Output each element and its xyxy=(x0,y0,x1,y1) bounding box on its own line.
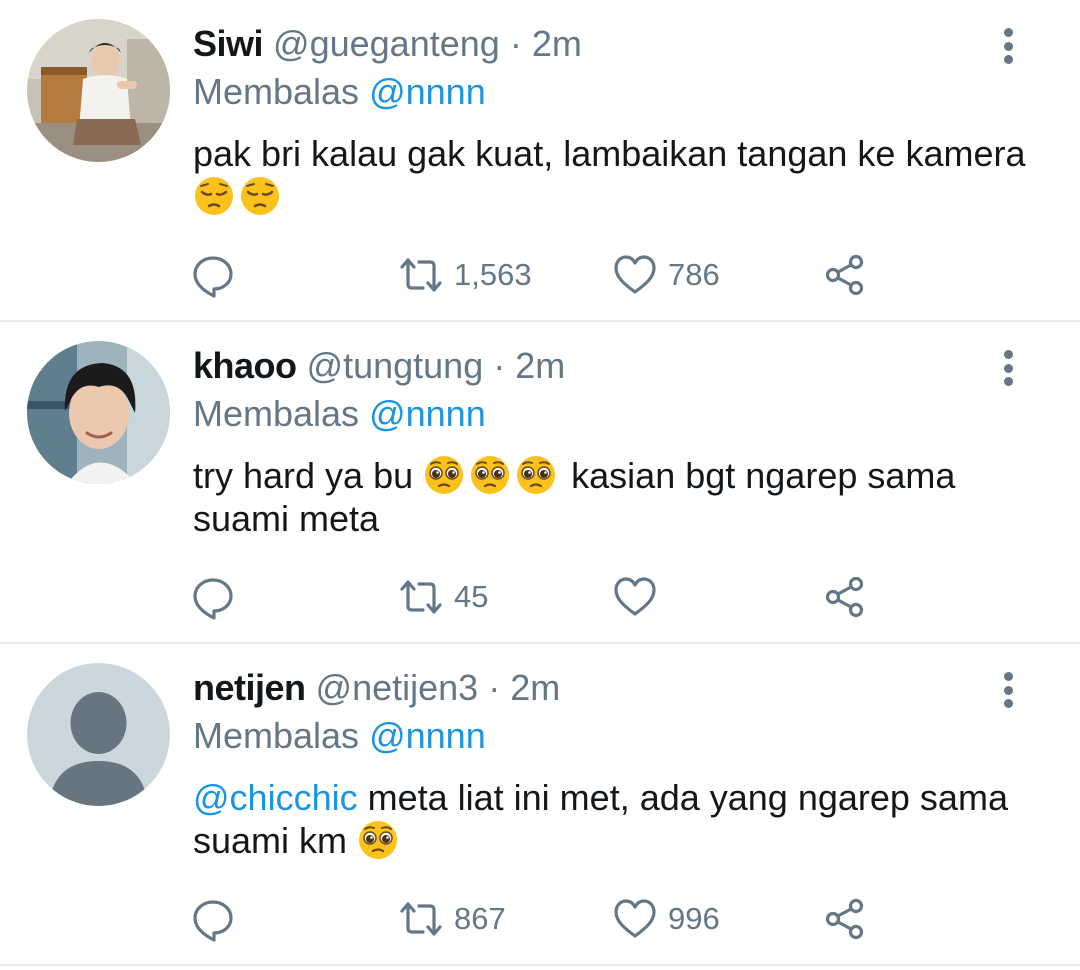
pensive-face-emoji xyxy=(193,175,235,217)
reply-bubble-icon xyxy=(193,900,233,942)
avatar[interactable] xyxy=(27,19,170,162)
reply-button[interactable] xyxy=(190,894,236,944)
tweet-actions: 1,563 786 xyxy=(190,250,890,300)
replying-to: Membalas @nnnn xyxy=(193,70,486,114)
username-handle[interactable]: @netijen3 xyxy=(316,667,479,708)
more-vertical-icon[interactable] xyxy=(988,668,1028,712)
retweet-count: 1,563 xyxy=(454,257,532,292)
replying-to-label: Membalas xyxy=(193,71,360,112)
replying-to: Membalas @nnnn xyxy=(193,714,486,758)
heart-icon xyxy=(614,899,656,938)
share-button[interactable] xyxy=(822,250,868,300)
reply-button[interactable] xyxy=(190,250,236,300)
retweet-count: 867 xyxy=(454,901,506,936)
like-button[interactable]: 786 xyxy=(612,250,720,300)
like-button[interactable] xyxy=(612,572,668,622)
replying-to-label: Membalas xyxy=(193,715,360,756)
avatar[interactable] xyxy=(27,663,170,806)
retweet-button[interactable]: 45 xyxy=(398,572,488,622)
tweet-text: @chicchic meta liat ini met, ada yang ng… xyxy=(193,776,1043,862)
tweet-text-before: try hard ya bu xyxy=(193,455,414,496)
body-mention[interactable]: @chicchic xyxy=(193,777,358,818)
avatar-photo xyxy=(27,341,170,484)
tweet-item[interactable]: netijen @netijen3 · 2m Membalas @nnnn @c… xyxy=(0,644,1080,966)
username-handle[interactable]: @gueganteng xyxy=(273,23,500,64)
share-button[interactable] xyxy=(822,572,868,622)
share-icon xyxy=(825,576,864,618)
more-vertical-icon[interactable] xyxy=(988,24,1028,68)
replying-to-mention[interactable]: @nnnn xyxy=(369,393,486,434)
tweet-header: Siwi @gueganteng · 2m xyxy=(193,22,582,66)
display-name[interactable]: khaoo xyxy=(193,345,297,386)
pleading-face-emoji xyxy=(469,454,511,496)
tweet-header: khaoo @tungtung · 2m xyxy=(193,344,565,388)
separator-dot: · xyxy=(509,23,522,64)
display-name[interactable]: netijen xyxy=(193,667,306,708)
like-count: 786 xyxy=(668,257,720,292)
retweet-icon xyxy=(400,258,442,292)
share-icon xyxy=(825,254,864,296)
replying-to-mention[interactable]: @nnnn xyxy=(369,715,486,756)
share-icon xyxy=(825,898,864,940)
display-name[interactable]: Siwi xyxy=(193,23,264,64)
tweet-item[interactable]: Siwi @gueganteng · 2m Membalas @nnnn pak… xyxy=(0,0,1080,322)
heart-icon xyxy=(614,577,656,616)
pleading-face-emoji xyxy=(423,454,465,496)
retweet-icon xyxy=(400,902,442,936)
separator-dot: · xyxy=(488,667,501,708)
reply-bubble-icon xyxy=(193,578,233,620)
replying-to: Membalas @nnnn xyxy=(193,392,486,436)
share-button[interactable] xyxy=(822,894,868,944)
replying-to-label: Membalas xyxy=(193,393,360,434)
more-vertical-icon[interactable] xyxy=(988,346,1028,390)
tweet-text-content: pak bri kalau gak kuat, lambaikan tangan… xyxy=(193,133,1026,174)
tweet-actions: 867 996 xyxy=(190,894,890,944)
timestamp[interactable]: 2m xyxy=(510,667,560,708)
tweet-actions: 45 xyxy=(190,572,890,622)
separator-dot: · xyxy=(493,345,506,386)
pensive-face-emoji xyxy=(239,175,281,217)
timestamp[interactable]: 2m xyxy=(532,23,582,64)
tweet-item[interactable]: khaoo @tungtung · 2m Membalas @nnnn try … xyxy=(0,322,1080,644)
timestamp[interactable]: 2m xyxy=(515,345,565,386)
like-count: 996 xyxy=(668,901,720,936)
avatar-photo xyxy=(27,19,170,162)
retweet-count: 45 xyxy=(454,579,489,614)
tweet-text: pak bri kalau gak kuat, lambaikan tangan… xyxy=(193,132,1043,218)
tweet-text: try hard ya bu kasian bgt ngarep sama su… xyxy=(193,454,1043,540)
reply-bubble-icon xyxy=(193,256,233,298)
replying-to-mention[interactable]: @nnnn xyxy=(369,71,486,112)
retweet-icon xyxy=(400,580,442,614)
username-handle[interactable]: @tungtung xyxy=(307,345,484,386)
pleading-face-emoji xyxy=(515,454,557,496)
retweet-button[interactable]: 1,563 xyxy=(398,250,532,300)
heart-icon xyxy=(614,255,656,294)
tweet-header: netijen @netijen3 · 2m xyxy=(193,666,560,710)
like-button[interactable]: 996 xyxy=(612,894,720,944)
pleading-face-emoji xyxy=(357,819,399,861)
retweet-button[interactable]: 867 xyxy=(398,894,506,944)
default-avatar-icon xyxy=(27,663,170,806)
reply-button[interactable] xyxy=(190,572,236,622)
avatar[interactable] xyxy=(27,341,170,484)
